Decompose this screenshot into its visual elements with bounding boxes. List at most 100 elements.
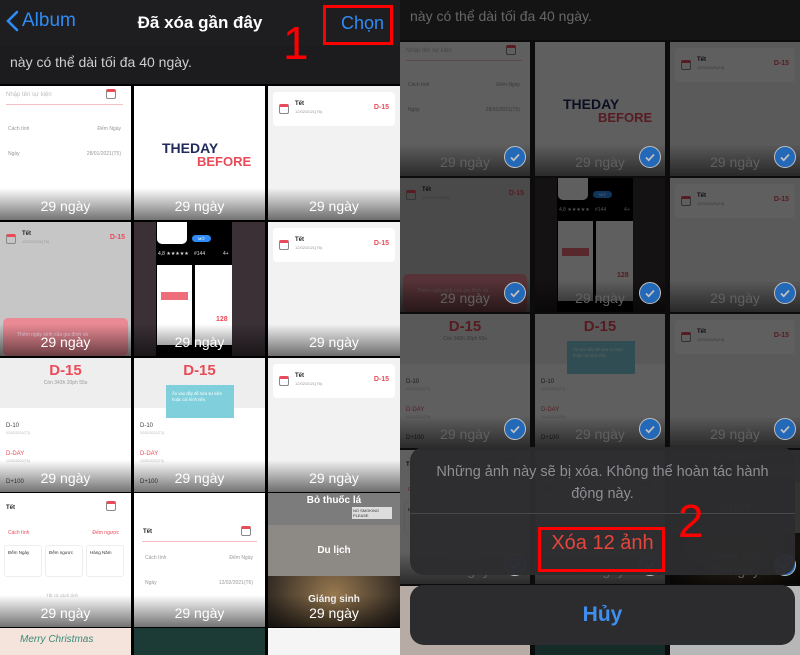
milestone-date: 02/02/2021(T3)	[6, 431, 30, 435]
row-label: Cách tính	[145, 555, 167, 561]
countdown-value: D-15	[49, 362, 82, 379]
photo-thumbnail[interactable]: Tết Cách tính Đếm Ngày Ngày 12/02/2021(T6) 29…	[134, 493, 265, 627]
days-remaining: 29 ngày	[309, 605, 359, 621]
photo-thumbnail[interactable]: Tết 12/02/2021(T6) D-15 29 ngày	[268, 86, 400, 220]
event-title: Tết	[295, 373, 304, 379]
info-text: này có thể dài tối đa 40 ngày.	[0, 46, 400, 84]
photo-thumbnail[interactable]: THEDAYBEFORE29 ngày	[134, 86, 265, 220]
photo-thumbnail[interactable]: Tết 12/02/2021(T6) D-15 29 ngày	[268, 222, 400, 356]
days-remaining: 29 ngày	[174, 334, 225, 350]
photo-thumbnail[interactable]: Tết Cách tính Đếm ngược Đếm Ngày Đếm ngược Hà…	[0, 493, 131, 627]
calendar-icon	[6, 234, 16, 244]
option-card[interactable]: Đếm Ngày	[4, 545, 42, 577]
days-remaining: 29 ngày	[40, 198, 91, 214]
method-value: Đếm ngược	[92, 530, 119, 536]
collage-label-2: Du lịch	[317, 545, 351, 556]
calendar-icon	[106, 89, 116, 99]
app-rank: #144	[194, 251, 206, 257]
photo-thumbnail[interactable]: Tết 12/02/2021(T6) D-15 29 ngày	[268, 358, 400, 492]
milestone-label: D-DAY	[140, 451, 159, 457]
row-value: 28/01/2021(T5)	[86, 151, 121, 157]
days-remaining: 29 ngày	[40, 334, 91, 350]
handwriting: Merry Christmas	[20, 634, 94, 645]
photo-thumbnail[interactable]: D-15Còn 343h 20ph 55s D-10 02/02/2021(T3) D…	[0, 358, 131, 492]
milestone-date: 02/02/2021(T3)	[140, 431, 164, 435]
annotation-highlight	[323, 5, 393, 45]
calendar-icon	[279, 104, 289, 114]
event-badge: D-15	[373, 376, 389, 383]
tooltip: Ấn vào đây để sửa sự kiện hoặc cài hình …	[166, 385, 234, 418]
row-label: Ngày	[8, 151, 20, 157]
option-card[interactable]: Đếm ngược	[45, 545, 83, 577]
row-value: Đếm Ngày	[97, 126, 121, 132]
event-date: 12/02/2021(T6)	[22, 239, 50, 244]
calendar-icon	[241, 526, 251, 536]
event-card: Tết 12/02/2021(T6) D-15	[273, 228, 395, 262]
photo-thumbnail[interactable]: MỞ 4,8 ★★★★★ #144 4+ 128 29 ngày	[134, 222, 265, 356]
days-remaining: 29 ngày	[309, 470, 359, 486]
screenshot-number: 128	[216, 316, 228, 323]
app-icon	[157, 222, 187, 244]
days-remaining: 29 ngày	[309, 198, 359, 214]
milestone-label: D-DAY	[6, 451, 25, 457]
event-title: Tết	[295, 237, 304, 243]
logo-line-2: BEFORE	[197, 154, 252, 169]
open-button: MỞ	[192, 235, 211, 242]
milestone-label: D-10	[6, 423, 20, 429]
option-label: Hàng Năm	[90, 550, 112, 555]
calendar-icon	[279, 376, 289, 386]
left-screen: Nhập tên sự kiện Cách tính Đếm Ngày Ngày 28/…	[0, 0, 400, 655]
event-card: Tết 12/02/2021(T6) D-15	[0, 222, 131, 256]
method-label: Cách tính	[8, 530, 30, 536]
option-label: Đếm Ngày	[8, 550, 30, 555]
days-remaining: 29 ngày	[174, 198, 225, 214]
event-card: Tết 12/02/2021(T6) D-15	[273, 92, 395, 126]
form-title: Tết	[6, 505, 15, 511]
event-date: 12/02/2021(T6)	[295, 109, 323, 114]
event-badge: D-15	[373, 104, 389, 111]
option-label: Đếm ngược	[49, 550, 73, 555]
photo-thumbnail[interactable]: D-15D-1002/02/2021(T3)D-DAY12/02/2021(T6…	[134, 358, 265, 492]
calendar-icon	[106, 501, 116, 511]
tooltip-text: Ấn vào đây để sửa sự kiện hoặc cài hình …	[172, 391, 223, 402]
photo-thumbnail[interactable]: Tết12/02/2021(T6)D-15Thêm ngày sinh của …	[0, 222, 131, 356]
field-placeholder: Nhập tên sự kiện	[6, 92, 52, 98]
photo-thumbnail[interactable]: Nhập tên sự kiện Cách tính Đếm Ngày Ngày 28/…	[0, 86, 131, 220]
event-card: Tết 12/02/2021(T6) D-15	[273, 364, 395, 398]
event-date: 12/02/2021(T6)	[295, 245, 323, 250]
event-date: 12/02/2021(T6)	[295, 381, 323, 386]
event-badge: D-15	[109, 234, 125, 241]
annotation-step-1: 1	[283, 17, 309, 69]
photo-thumbnail[interactable]: Merry Christmas	[0, 628, 131, 655]
event-title: Tết	[22, 231, 31, 237]
sign-text: NO SMOKING PLEASE	[352, 507, 392, 519]
row-value: 12/02/2021(T6)	[218, 580, 253, 586]
option-card[interactable]: Hàng Năm	[86, 545, 124, 577]
underline	[6, 104, 123, 105]
photo-thumbnail[interactable]: NO SMOKING PLEASEBỏ thuốc láDu lịchGiáng…	[268, 493, 400, 627]
calendar-icon	[279, 240, 289, 250]
app-age: 4+	[223, 251, 229, 257]
countdown-remaining: Còn 343h 20ph 55s	[43, 380, 88, 386]
event-title: Tết	[295, 101, 304, 107]
row-label: Ngày	[145, 580, 157, 586]
days-remaining: 29 ngày	[174, 605, 225, 621]
days-remaining: 29 ngày	[40, 470, 91, 486]
row-value: Đếm Ngày	[229, 555, 253, 561]
row-label: Cách tính	[8, 126, 30, 132]
countdown-value: D-15	[183, 362, 216, 379]
cancel-button[interactable]: Hủy	[410, 585, 795, 645]
photo-thumbnail[interactable]	[134, 628, 265, 655]
days-remaining: 29 ngày	[40, 605, 91, 621]
annotation-highlight	[538, 527, 665, 572]
days-remaining: 29 ngày	[174, 470, 225, 486]
right-screen: Nhập tên sự kiệnCách tínhĐếm NgàyNgày28/…	[400, 0, 800, 655]
divider	[410, 513, 795, 514]
action-sheet-message: Những ảnh này sẽ bị xóa. Không thể hoàn …	[436, 464, 769, 502]
annotation-step-2: 2	[678, 495, 704, 547]
photo-thumbnail[interactable]	[268, 628, 400, 655]
underline	[142, 541, 257, 542]
collage-label-1: Bỏ thuốc lá	[306, 495, 362, 506]
form-title: Tết	[143, 529, 152, 535]
app-rating: 4,8 ★★★★★	[158, 251, 189, 257]
